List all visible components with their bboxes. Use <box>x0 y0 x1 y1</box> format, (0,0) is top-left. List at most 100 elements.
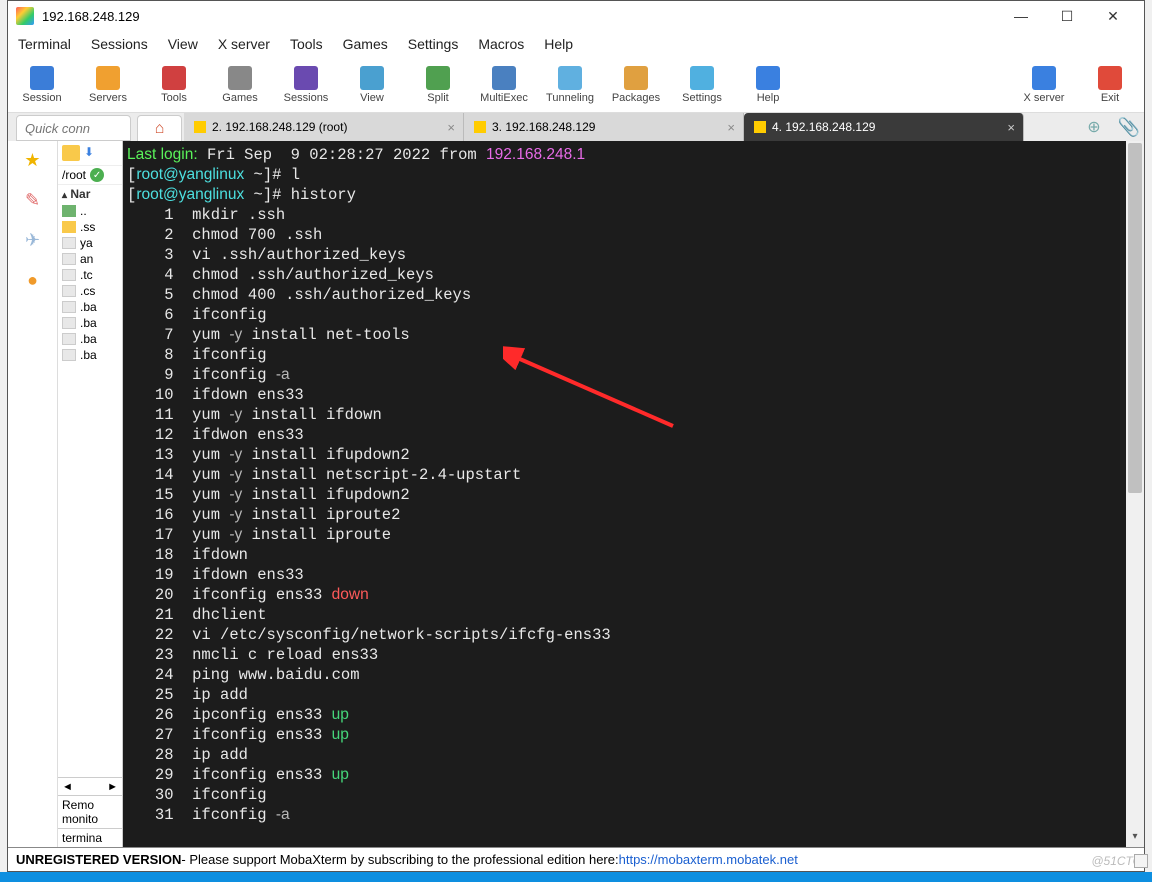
file-icon <box>62 349 76 361</box>
home-icon: ⌂ <box>155 120 165 138</box>
file-item[interactable]: .ba <box>58 331 122 347</box>
terminal-icon <box>194 121 206 133</box>
scrollbar-thumb[interactable] <box>1128 143 1142 493</box>
file-item[interactable]: .ba <box>58 299 122 315</box>
tab-close-icon[interactable]: × <box>447 120 455 135</box>
toolbar-session[interactable]: Session <box>18 66 66 104</box>
minimize-button[interactable]: — <box>998 1 1044 31</box>
toolbar-packages[interactable]: Packages <box>612 66 660 104</box>
session-tab-4[interactable]: 4. 192.168.248.129× <box>744 113 1024 141</box>
status-message: - Please support MobaXterm by subscribin… <box>181 852 618 867</box>
taskbar-strip <box>0 872 1152 882</box>
terminal-label-box[interactable]: termina <box>58 828 122 847</box>
remote-monitor-box[interactable]: Remo monito <box>58 795 122 828</box>
new-tab-button[interactable]: ⊕ <box>1074 113 1114 141</box>
wand-icon[interactable]: ✎ <box>20 187 46 213</box>
exit-icon <box>1098 66 1122 90</box>
globe-icon[interactable]: ● <box>20 267 46 293</box>
file-icon <box>62 269 76 281</box>
sftp-path-text: /root <box>62 168 86 182</box>
terminal-icon <box>474 121 486 133</box>
menu-games[interactable]: Games <box>343 36 388 52</box>
file-item[interactable]: .tc <box>58 267 122 283</box>
app-window: 192.168.248.129 — ☐ ✕ Terminal Sessions Vi… <box>7 0 1145 872</box>
file-item[interactable]: an <box>58 251 122 267</box>
sftp-name-header[interactable]: ▴ Nar <box>58 185 122 203</box>
file-item[interactable]: .cs <box>58 283 122 299</box>
file-icon <box>62 333 76 345</box>
folder-icon <box>62 205 76 217</box>
star-icon[interactable]: ★ <box>20 147 46 173</box>
toolbar-settings[interactable]: Settings <box>678 66 726 104</box>
toolbar-x server[interactable]: X server <box>1020 66 1068 104</box>
close-button[interactable]: ✕ <box>1090 1 1136 31</box>
app-icon <box>16 7 34 25</box>
sftp-hscroll[interactable]: ◄► <box>58 777 122 795</box>
ok-icon: ✓ <box>90 168 104 182</box>
toolbar-split[interactable]: Split <box>414 66 462 104</box>
toolbar-multiexec[interactable]: MultiExec <box>480 66 528 104</box>
multiexec-icon <box>492 66 516 90</box>
sessions-icon <box>294 66 318 90</box>
toolbar: Session Servers Tools Games Sessions View Spli… <box>8 57 1144 113</box>
packages-icon <box>624 66 648 90</box>
toolbar-tunneling[interactable]: Tunneling <box>546 66 594 104</box>
split-icon <box>426 66 450 90</box>
titlebar: 192.168.248.129 — ☐ ✕ <box>8 1 1144 31</box>
quick-connect-input[interactable] <box>16 115 131 141</box>
tab-close-icon[interactable]: × <box>1007 120 1015 135</box>
folder-icon[interactable] <box>62 145 80 161</box>
toolbar-help[interactable]: Help <box>744 66 792 104</box>
file-icon <box>62 301 76 313</box>
folder-icon <box>62 221 76 233</box>
menu-terminal[interactable]: Terminal <box>18 36 71 52</box>
statusbar: UNREGISTERED VERSION - Please support Mo… <box>8 847 1144 871</box>
menu-help[interactable]: Help <box>544 36 573 52</box>
help-icon <box>756 66 780 90</box>
toolbar-sessions[interactable]: Sessions <box>282 66 330 104</box>
menu-tools[interactable]: Tools <box>290 36 323 52</box>
menu-x-server[interactable]: X server <box>218 36 270 52</box>
file-item[interactable]: .. <box>58 203 122 219</box>
download-icon[interactable]: ⬇ <box>84 145 94 161</box>
toolbar-exit[interactable]: Exit <box>1086 66 1134 104</box>
toolbar-view[interactable]: View <box>348 66 396 104</box>
terminal-scrollbar[interactable]: ▴ ▾ <box>1126 141 1144 847</box>
toolbar-servers[interactable]: Servers <box>84 66 132 104</box>
settings-icon <box>690 66 714 90</box>
tools-icon <box>162 66 186 90</box>
home-tab[interactable]: ⌂ <box>137 115 182 141</box>
toolbar-tools[interactable]: Tools <box>150 66 198 104</box>
tunneling-icon <box>558 66 582 90</box>
sftp-toolbar: ⬇ <box>58 141 122 165</box>
file-item[interactable]: ya <box>58 235 122 251</box>
send-icon[interactable]: ✈ <box>20 227 46 253</box>
view-icon <box>360 66 384 90</box>
file-icon <box>62 317 76 329</box>
tab-bar: ⌂ 2. 192.168.248.129 (root)×3. 192.168.2… <box>8 113 1144 141</box>
file-item[interactable]: .ba <box>58 347 122 363</box>
menu-settings[interactable]: Settings <box>408 36 459 52</box>
unregistered-label: UNREGISTERED VERSION <box>16 852 181 867</box>
session-tab-3[interactable]: 3. 192.168.248.129× <box>464 113 744 141</box>
menu-view[interactable]: View <box>168 36 198 52</box>
terminal-pane[interactable]: Last login: Fri Sep 9 02:28:27 2022 from… <box>123 141 1144 847</box>
file-item[interactable]: .ba <box>58 315 122 331</box>
resize-handle <box>1134 854 1148 868</box>
tab-close-icon[interactable]: × <box>727 120 735 135</box>
maximize-button[interactable]: ☐ <box>1044 1 1090 31</box>
file-icon <box>62 285 76 297</box>
servers-icon <box>96 66 120 90</box>
session-tab-2[interactable]: 2. 192.168.248.129 (root)× <box>184 113 464 141</box>
terminal-icon <box>754 121 766 133</box>
toolbar-games[interactable]: Games <box>216 66 264 104</box>
sftp-path[interactable]: /root ✓ <box>58 165 122 185</box>
status-link[interactable]: https://mobaxterm.mobatek.net <box>619 852 798 867</box>
menu-macros[interactable]: Macros <box>478 36 524 52</box>
session-icon <box>30 66 54 90</box>
menu-sessions[interactable]: Sessions <box>91 36 148 52</box>
paperclip-icon[interactable]: 📎 <box>1114 113 1144 141</box>
file-item[interactable]: .ss <box>58 219 122 235</box>
left-sidebar: ★ ✎ ✈ ● <box>8 141 58 847</box>
x server-icon <box>1032 66 1056 90</box>
